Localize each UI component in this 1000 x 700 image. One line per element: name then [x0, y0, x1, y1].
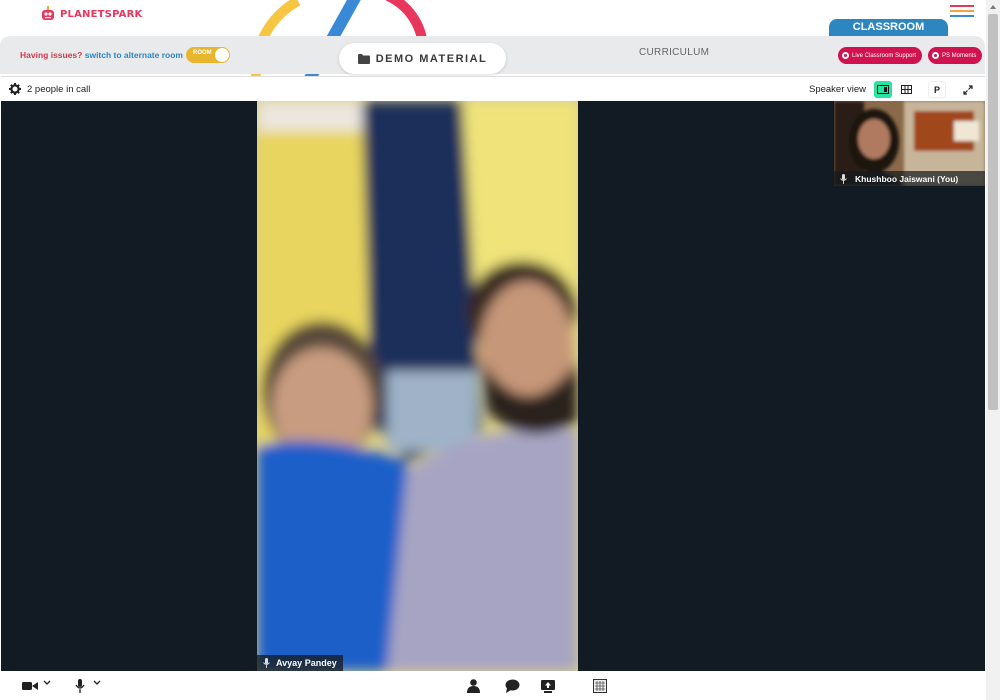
folder-icon	[357, 53, 370, 64]
speaker-layout-icon	[877, 85, 889, 94]
main-video-image	[257, 101, 578, 671]
grid-view-button[interactable]	[897, 81, 915, 98]
brand-name: PLANETSPARK	[60, 8, 143, 20]
expand-icon	[963, 84, 973, 95]
robot-icon	[42, 6, 54, 20]
top-header: PLANETSPARK CLASSROOM	[0, 0, 1000, 85]
microphone-button[interactable]	[75, 678, 85, 694]
room-toggle-label: ROOM	[193, 50, 212, 56]
toggle-knob	[215, 48, 229, 62]
ps-moments-label: PS Moments	[942, 52, 977, 59]
switch-room-link[interactable]: switch to alternate room	[85, 50, 183, 60]
microphone-icon	[263, 658, 270, 668]
demo-material-button[interactable]: DEMO MATERIAL	[339, 43, 506, 74]
fullscreen-button[interactable]	[959, 81, 977, 98]
microphone-options[interactable]	[93, 675, 101, 691]
app-window: PLANETSPARK CLASSROOM Having issues? swi…	[0, 0, 1000, 700]
call-toolbar: 2 people in call Speaker view P	[1, 76, 985, 101]
issues-notice: Having issues? switch to alternate room	[20, 50, 183, 60]
speaker-view-button[interactable]	[874, 81, 892, 98]
self-participant-name: Khushboo Jaiswani (You)	[855, 173, 959, 184]
menu-icon[interactable]	[950, 5, 974, 19]
brand-logo[interactable]: PLANETSPARK	[40, 4, 142, 24]
participants-button[interactable]	[467, 678, 480, 694]
self-video-tile[interactable]: Khushboo Jaiswani (You)	[834, 101, 985, 186]
person-icon	[467, 679, 480, 693]
issues-text: Having issues?	[20, 50, 83, 60]
whiteboard-icon	[593, 679, 607, 693]
people-count: 2 people in call	[27, 84, 91, 95]
screen-share-icon	[541, 680, 555, 693]
self-microphone-icon	[840, 173, 847, 184]
moments-icon	[932, 52, 939, 59]
main-participant-tag: Avyay Pandey	[257, 655, 343, 671]
pip-button[interactable]: P	[928, 81, 946, 98]
main-participant-name: Avyay Pandey	[276, 658, 337, 668]
camera-icon	[22, 682, 38, 690]
camera-options[interactable]	[43, 675, 51, 691]
grid-icon	[900, 85, 912, 94]
chat-button[interactable]	[505, 678, 520, 694]
video-stage: Avyay Pandey Khushboo Jaiswani (You)	[1, 101, 985, 671]
self-participant-tag: Khushboo Jaiswani (You)	[834, 171, 985, 186]
chat-icon	[505, 679, 520, 693]
live-support-button[interactable]: Live Classroom Support	[838, 47, 923, 64]
screen-share-button[interactable]	[541, 678, 555, 694]
whiteboard-button[interactable]	[593, 678, 607, 694]
gear-icon[interactable]	[9, 83, 21, 95]
chevron-down-icon	[93, 680, 101, 685]
room-toggle[interactable]: ROOM	[186, 47, 230, 63]
call-controls	[0, 671, 986, 700]
support-icon	[842, 52, 849, 59]
curriculum-tab[interactable]: CURRICULUM	[639, 47, 709, 58]
view-mode-label: Speaker view	[809, 84, 867, 95]
scroll-up-icon[interactable]	[986, 0, 1000, 14]
ps-moments-button[interactable]: PS Moments	[928, 47, 983, 64]
live-support-label: Live Classroom Support	[852, 52, 917, 59]
camera-button[interactable]	[22, 678, 38, 694]
classroom-tab[interactable]: CLASSROOM	[829, 19, 948, 36]
mic-icon	[75, 679, 85, 693]
demo-material-label: DEMO MATERIAL	[375, 52, 488, 65]
scrollbar-thumb[interactable]	[988, 14, 998, 410]
main-video-feed[interactable]	[257, 101, 578, 671]
chevron-down-icon	[43, 680, 51, 685]
